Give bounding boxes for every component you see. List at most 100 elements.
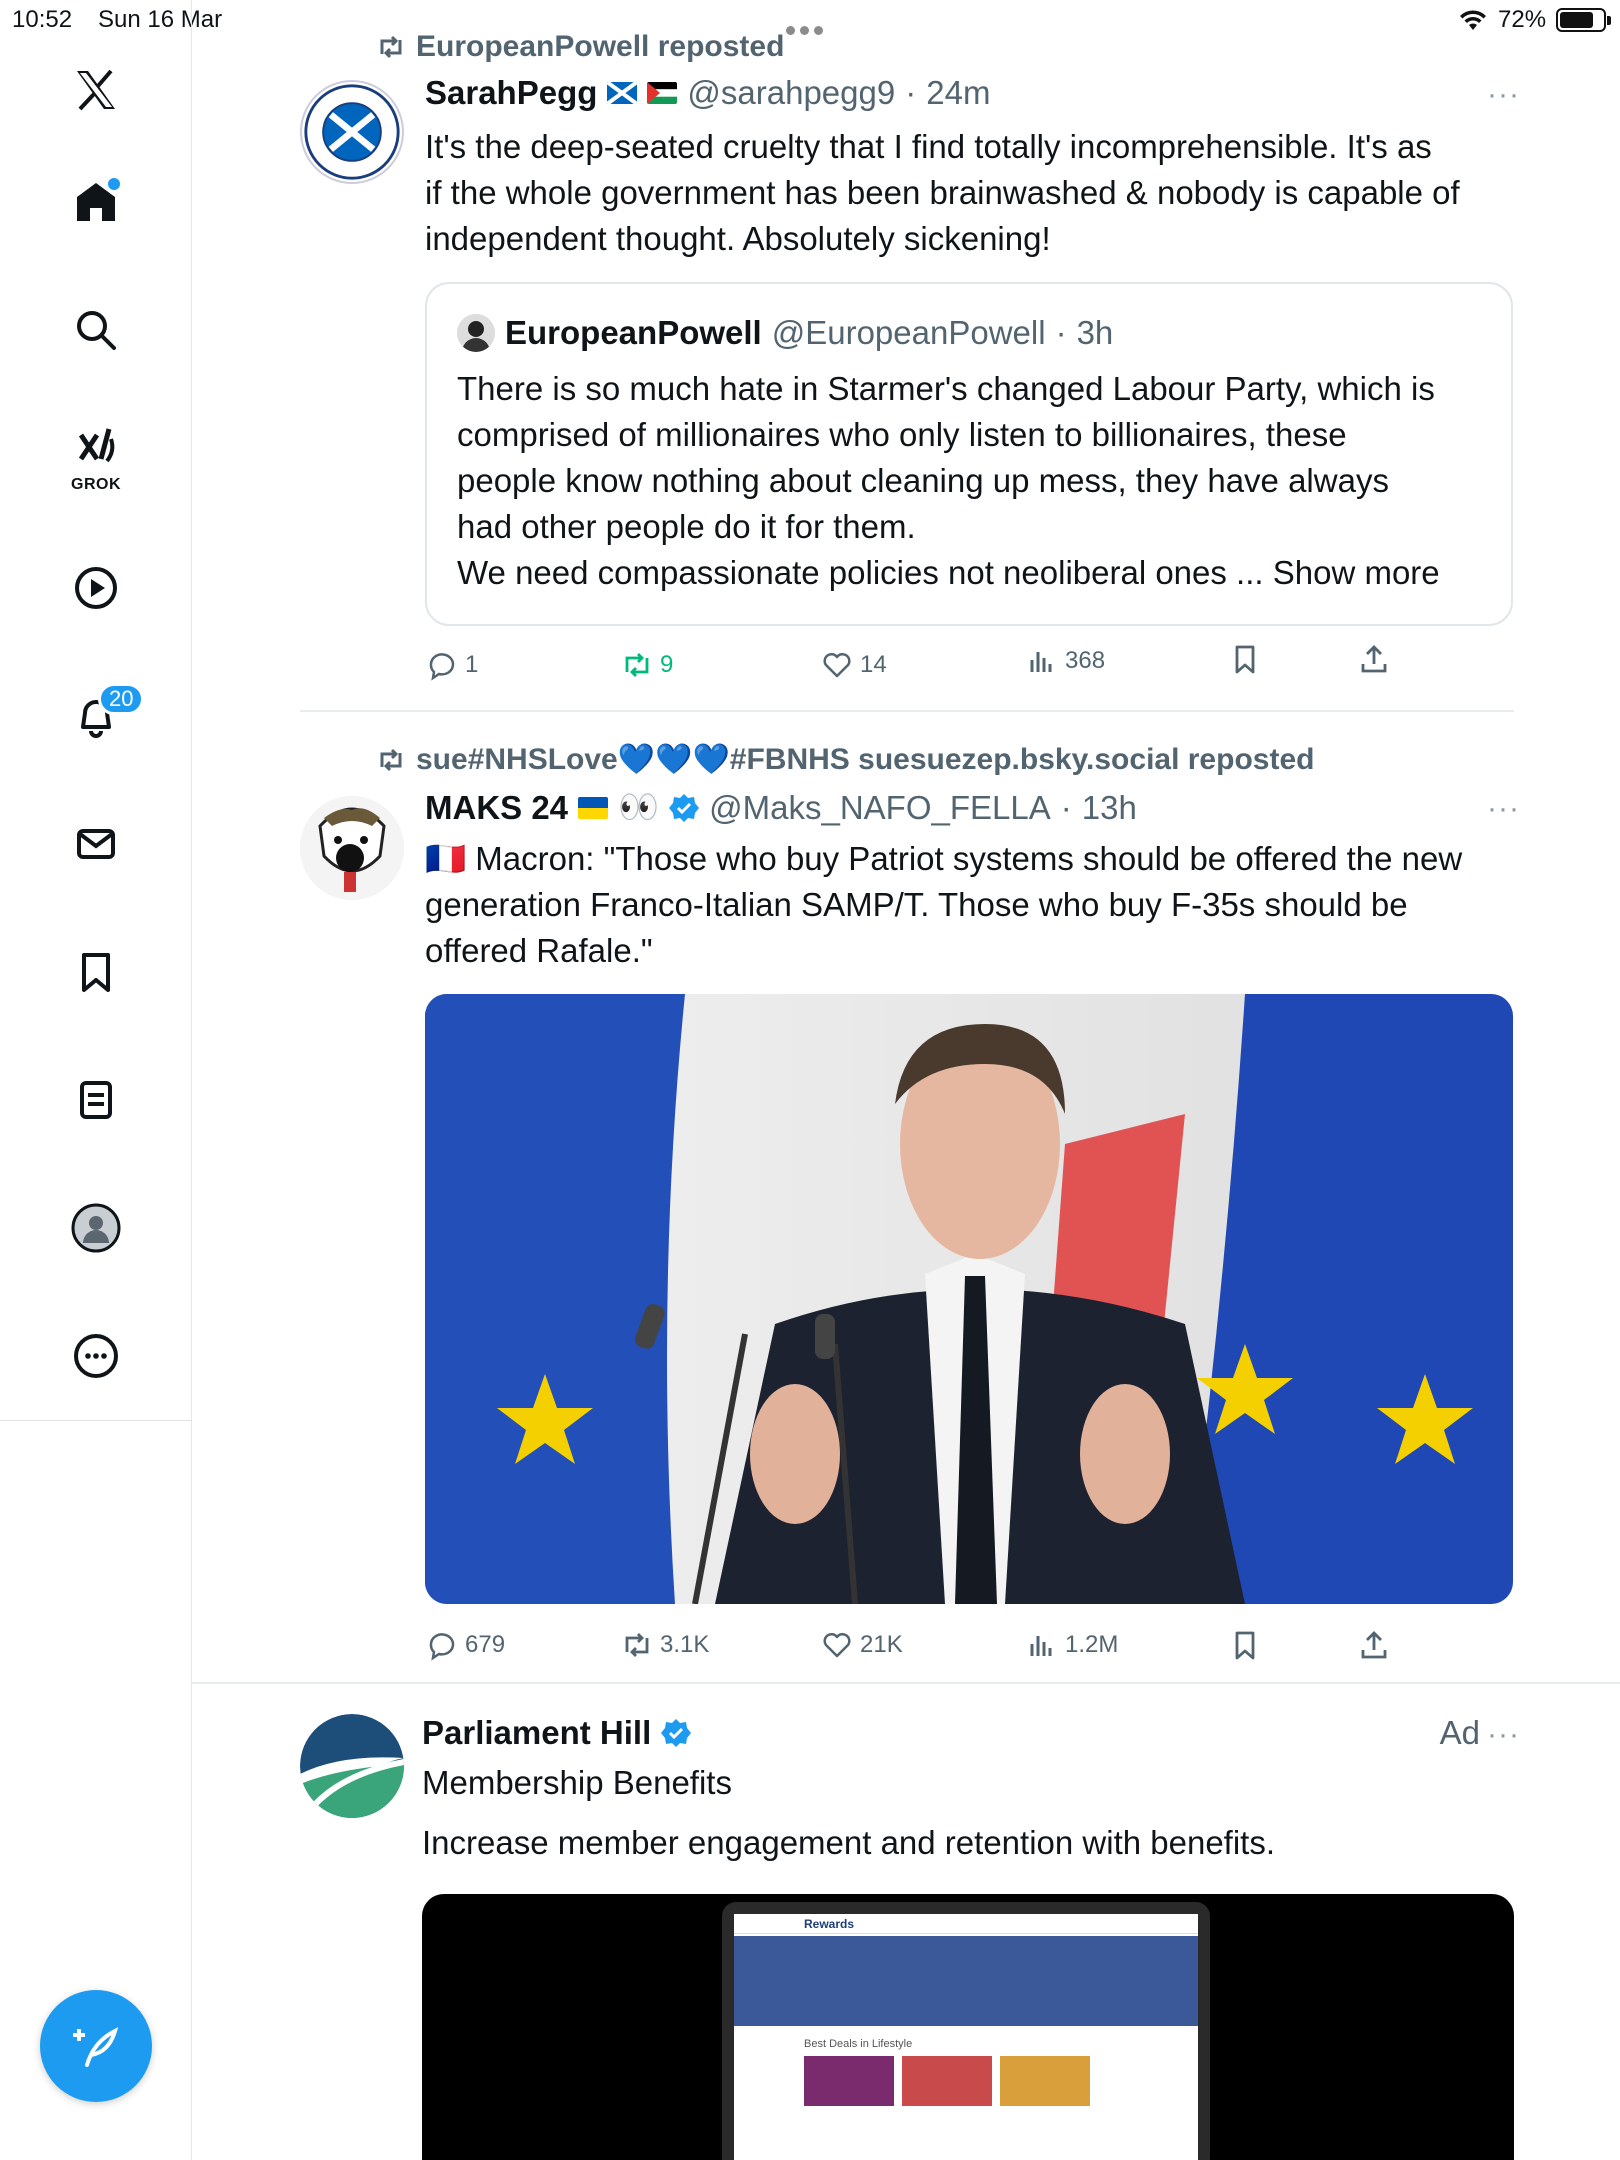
dot-separator: · <box>1060 788 1072 826</box>
tweet-header: MAKS 24 👀 @Maks_NAFO_FELLA · 13h <box>425 788 1137 827</box>
video-play-icon[interactable] <box>66 558 126 618</box>
home-icon[interactable] <box>66 172 126 232</box>
timeline-feed: EuropeanPowell reposted SarahPegg @sarah… <box>192 0 1620 2160</box>
repost-button[interactable]: 9 <box>620 648 673 682</box>
press-conference-photo <box>425 994 1513 1604</box>
repost-indicator: EuropeanPowell reposted <box>376 30 784 64</box>
profile-avatar-icon[interactable] <box>66 1198 126 1258</box>
verified-badge-icon <box>661 1719 692 1747</box>
author-avatar[interactable] <box>300 796 404 900</box>
tweet-image[interactable] <box>425 994 1513 1604</box>
like-button[interactable]: 21K <box>820 1628 903 1662</box>
author-name[interactable]: SarahPegg <box>425 74 597 112</box>
reply-button[interactable]: 1 <box>425 648 478 682</box>
grok-label: GROK <box>71 476 121 493</box>
ad-tweet-card[interactable]: Parliament Hill Ad ··· Membership Benefi… <box>192 1684 1620 2160</box>
tweet-header: SarahPegg @sarahpegg9 · 24m <box>425 74 990 112</box>
tweet-text-line: 🇫🇷 Macron: "Those who buy Patriot system… <box>425 840 1463 877</box>
lists-icon[interactable] <box>66 1070 126 1130</box>
quote-text-line: We need compassionate policies not neoli… <box>457 554 1264 591</box>
tweet-more-icon[interactable]: ··· <box>1487 78 1520 112</box>
share-button[interactable] <box>1357 642 1391 676</box>
bookmark-icon[interactable] <box>66 942 126 1002</box>
views-count: 1.2M <box>1065 1631 1119 1658</box>
repost-count: 9 <box>660 651 674 678</box>
repost-button[interactable]: 3.1K <box>620 1628 709 1662</box>
tweet-more-icon[interactable]: ··· <box>1487 1718 1520 1752</box>
share-button[interactable] <box>1357 1628 1391 1662</box>
tweet-time[interactable]: 24m <box>926 74 990 112</box>
rewards-logo: Rewards <box>734 1914 1198 1934</box>
reply-icon <box>429 653 455 681</box>
tweet-actions: 1 9 14 368 <box>425 645 1425 688</box>
quote-author-avatar <box>457 314 495 352</box>
repost-icon <box>380 35 402 59</box>
quote-text-line: people know nothing about cleaning up me… <box>457 462 1389 499</box>
tweet-card[interactable]: EuropeanPowell reposted SarahPegg @sarah… <box>192 0 1620 712</box>
sidebar-divider <box>0 1420 192 1421</box>
tweet-text-line: independent thought. Absolutely sickenin… <box>425 220 1051 257</box>
repost-by-text: EuropeanPowell reposted <box>416 30 785 63</box>
quote-header: EuropeanPowell @EuropeanPowell · 3h <box>457 314 1113 352</box>
search-icon[interactable] <box>66 300 126 360</box>
author-handle[interactable]: @sarahpegg9 <box>687 74 895 112</box>
bookmark-button[interactable] <box>1228 1628 1262 1662</box>
home-unread-dot <box>108 178 120 190</box>
heart-icon <box>823 652 851 678</box>
like-button[interactable]: 14 <box>820 648 887 682</box>
views-chart-icon <box>1030 1636 1052 1656</box>
quote-time: 3h <box>1076 314 1114 351</box>
repost-indicator: sue#NHSLove💙💙💙#FBNHS suesuezep.bsky.soci… <box>376 742 1314 777</box>
eyes-emoji: 👀 <box>618 788 660 825</box>
bookmark-button[interactable] <box>1228 642 1262 676</box>
tweet-time[interactable]: 13h <box>1082 789 1137 827</box>
tweet-more-icon[interactable]: ··· <box>1487 792 1520 826</box>
repost-by-text: sue#NHSLove💙💙💙#FBNHS suesuezep.bsky.soci… <box>416 743 1315 776</box>
like-count: 14 <box>860 651 887 678</box>
share-icon <box>1361 645 1387 673</box>
author-handle[interactable]: @Maks_NAFO_FELLA <box>709 789 1051 827</box>
compose-post-button[interactable] <box>40 1990 152 2102</box>
sidebar: GROK 20 <box>0 0 192 2160</box>
tweet-text: 🇫🇷 Macron: "Those who buy Patriot system… <box>425 836 1515 974</box>
views-button[interactable]: 368 <box>1025 644 1105 678</box>
ad-media[interactable]: Rewards Best Deals in Lifestyle <box>422 1894 1514 2160</box>
advertiser-avatar[interactable] <box>300 1714 404 1818</box>
palestine-flag-icon <box>647 82 678 104</box>
views-button[interactable]: 1.2M <box>1025 1628 1118 1662</box>
ad-text: Increase member engagement and retention… <box>422 1824 1276 1861</box>
ukraine-flag-icon <box>578 796 609 819</box>
more-options-icon[interactable] <box>66 1326 126 1386</box>
quote-tweet[interactable]: EuropeanPowell @EuropeanPowell · 3h Ther… <box>425 282 1513 626</box>
notification-badge: 20 <box>98 683 145 715</box>
repost-count: 3.1K <box>660 1631 710 1658</box>
views-count: 368 <box>1065 647 1106 674</box>
website-banner <box>734 1936 1198 2026</box>
views-chart-icon <box>1030 652 1052 672</box>
advertiser-name[interactable]: Parliament Hill <box>422 1714 651 1752</box>
share-icon <box>1361 1631 1387 1659</box>
grok-icon[interactable] <box>66 420 126 480</box>
deal-tile <box>804 2056 894 2106</box>
compose-feather-icon <box>73 2027 119 2067</box>
reply-button[interactable]: 679 <box>425 1628 505 1662</box>
messages-envelope-icon[interactable] <box>66 814 126 874</box>
quote-text-line: There is so much hate in Starmer's chang… <box>457 370 1435 407</box>
verified-badge-icon <box>669 793 700 822</box>
bookmark-icon <box>1235 1631 1255 1660</box>
deal-tile <box>902 2056 992 2106</box>
quote-text-line: had other people do it for them. <box>457 508 916 545</box>
repost-icon <box>625 653 649 677</box>
tweet-text-line: if the whole government has been brainwa… <box>425 174 1460 211</box>
author-name[interactable]: MAKS 24 <box>425 789 568 827</box>
website-screenshot: Rewards Best Deals in Lifestyle <box>734 1914 1198 2160</box>
dot-separator: · <box>1055 314 1067 351</box>
ad-subtitle: Membership Benefits <box>422 1764 732 1801</box>
tweet-text-line: It's the deep-seated cruelty that I find… <box>425 128 1432 165</box>
quote-author-name: EuropeanPowell <box>505 314 762 351</box>
author-avatar[interactable] <box>300 80 404 184</box>
x-logo-icon[interactable] <box>66 60 126 120</box>
show-more-link[interactable]: Show more <box>1273 554 1440 591</box>
tweet-text-line: generation Franco-Italian SAMP/T. Those … <box>425 886 1408 923</box>
tweet-card[interactable]: sue#NHSLove💙💙💙#FBNHS suesuezep.bsky.soci… <box>192 712 1620 1682</box>
